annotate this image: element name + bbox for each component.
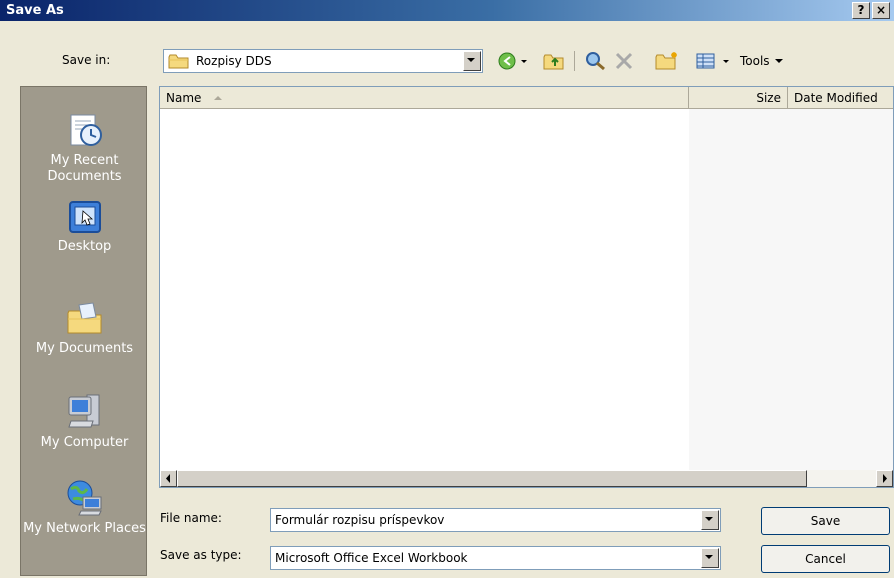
places-bar: My Recent Documents Desktop My Documents… [20,86,147,576]
place-label: My Documents [35,341,134,356]
my-documents-icon [67,302,101,334]
close-button[interactable]: × [872,2,890,19]
place-label: Desktop [57,239,112,254]
delete-icon [615,52,633,70]
search-web-icon [586,52,605,71]
up-folder-icon [543,54,564,70]
new-folder-icon [655,52,677,70]
chevron-down-icon [774,59,783,63]
place-my-documents[interactable]: My Documents [21,301,148,357]
tools-menu[interactable]: Tools [740,50,800,72]
place-label: My Network Places [23,521,146,536]
tools-label: Tools [740,54,770,68]
place-my-network-places[interactable]: My Network Places [21,479,148,537]
save-as-type-value: Microsoft Office Excel Workbook [275,551,468,565]
file-name-label: File name: [160,511,222,525]
my-computer-icon [67,394,99,428]
sort-ascending-icon [214,96,223,100]
scroll-thumb[interactable] [177,470,807,487]
place-my-computer[interactable]: My Computer [21,391,148,451]
save-in-dropdown[interactable]: Rozpisy DDS [163,49,483,73]
save-in-label: Save in: [62,53,111,67]
file-name-value: Formulár rozpisu príspevkov [275,513,445,527]
place-label: My Computer [40,435,129,450]
views-icon [696,53,729,69]
column-label: Date Modified [794,91,878,105]
sorted-column-highlight [689,109,893,472]
save-in-value: Rozpisy DDS [196,54,272,68]
scroll-left-button[interactable] [160,470,177,487]
save-as-type-dropdown[interactable]: Microsoft Office Excel Workbook [270,546,721,570]
file-list[interactable]: Name Size Date Modified [159,86,894,488]
delete-button[interactable] [612,50,636,72]
save-as-type-dropdown-button[interactable] [701,548,719,568]
views-button[interactable] [694,50,734,72]
toolbar-separator [574,51,575,71]
back-arrow-icon [498,52,527,70]
place-my-recent-documents[interactable]: My Recent Documents [21,111,148,185]
new-folder-button[interactable] [654,50,680,72]
desktop-icon [68,201,101,233]
save-button[interactable]: Save [761,507,890,535]
recent-documents-icon [70,114,102,146]
scroll-right-button[interactable] [876,470,893,487]
file-name-input[interactable]: Formulár rozpisu príspevkov [270,508,721,532]
arrow-right-icon [883,474,887,483]
help-button[interactable]: ? [852,2,870,19]
title-bar: Save As ? × [0,0,894,21]
place-label: My Recent Documents [47,153,122,184]
folder-icon [168,54,189,69]
save-in-dropdown-button[interactable] [463,51,481,71]
column-header-date-modified[interactable]: Date Modified [788,87,893,109]
horizontal-scrollbar[interactable] [160,470,893,487]
column-header-name[interactable]: Name [160,87,689,109]
window-title: Save As [6,3,64,18]
save-as-type-label: Save as type: [160,548,242,562]
network-places-icon [67,480,102,516]
cancel-button[interactable]: Cancel [761,545,890,573]
search-web-button[interactable] [584,50,608,72]
column-label: Name [166,91,202,105]
back-button[interactable] [496,50,532,72]
file-name-dropdown-button[interactable] [701,510,719,530]
arrow-left-icon [166,474,170,483]
column-label: Size [756,91,781,105]
column-header-size[interactable]: Size [689,87,788,109]
place-desktop[interactable]: Desktop [21,199,148,255]
up-folder-button[interactable] [542,50,566,72]
